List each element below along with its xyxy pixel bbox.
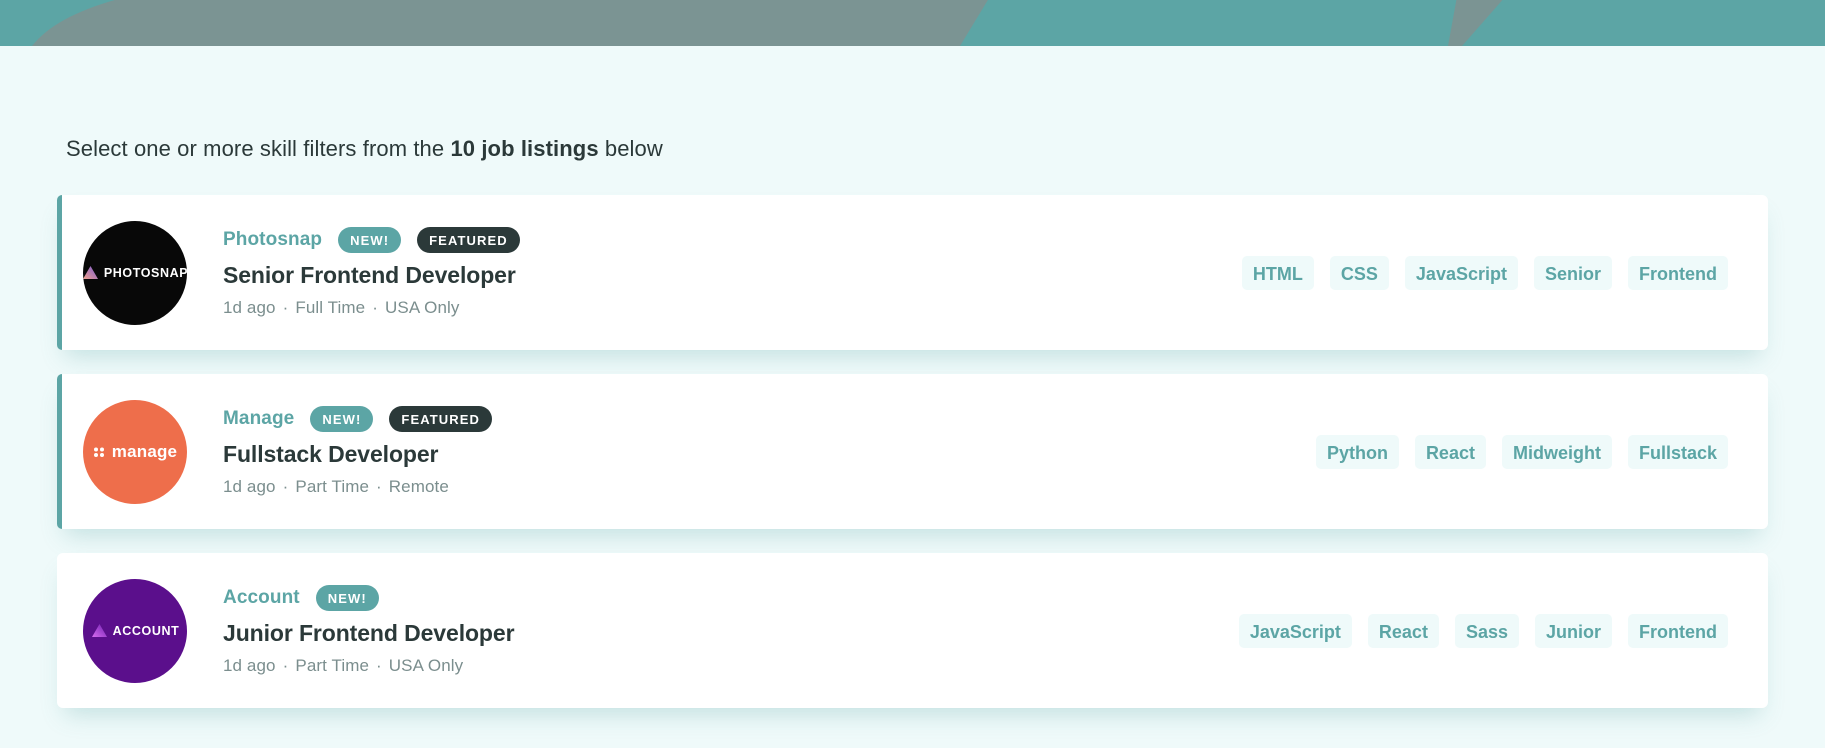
meta-separator: · — [282, 298, 289, 317]
contract-type: Part Time — [295, 656, 370, 675]
job-meta: 1d ago · Part Time · USA Only — [223, 656, 1239, 676]
skill-tag[interactable]: Fullstack — [1627, 434, 1728, 469]
posted-at: 1d ago — [223, 656, 276, 675]
job-info: Photosnap NEW! FEATURED Senior Frontend Dev… — [223, 227, 1242, 318]
job-info: Account NEW! Junior Frontend Developer 1d a… — [223, 585, 1239, 676]
logo-wordmark: manage — [111, 441, 178, 461]
job-meta: 1d ago · Part Time · Remote — [223, 477, 1316, 497]
job-position[interactable]: Junior Frontend Developer — [223, 620, 1239, 647]
skill-tag-list: Python React Midweight Fullstack — [1315, 434, 1728, 469]
meta-separator: · — [376, 477, 382, 496]
contract-type: Full Time — [295, 298, 366, 317]
skill-tag[interactable]: Junior — [1534, 613, 1612, 648]
skill-tag[interactable]: HTML — [1241, 255, 1314, 290]
skill-tag[interactable]: Sass — [1454, 613, 1519, 648]
company-name[interactable]: Photosnap — [223, 229, 322, 251]
meta-separator: · — [376, 656, 382, 675]
skill-tag[interactable]: React — [1367, 613, 1439, 648]
meta-separator: · — [372, 298, 378, 317]
posted-at: 1d ago — [223, 298, 276, 317]
job-location: Remote — [388, 477, 449, 496]
company-logo-photosnap: PHOTOSNAP — [83, 220, 187, 325]
skill-tag-list: JavaScript React Sass Junior Frontend — [1238, 613, 1728, 648]
skill-tag[interactable]: Midweight — [1501, 434, 1612, 469]
triangle-purple-icon — [91, 624, 107, 637]
company-logo-manage: manage — [83, 399, 187, 504]
double-colon-icon — [93, 447, 104, 457]
meta-separator: · — [282, 477, 289, 496]
logo-wordmark: PHOTOSNAP — [103, 265, 187, 280]
page-intro: Select one or more skill filters from th… — [66, 136, 663, 162]
skill-tag[interactable]: Senior — [1533, 255, 1612, 290]
featured-badge: FEATURED — [389, 406, 493, 432]
banner-decorative-shape — [32, 0, 1503, 46]
job-header-row: Photosnap NEW! FEATURED — [223, 227, 1242, 253]
company-name[interactable]: Account — [223, 587, 300, 609]
intro-prefix: Select one or more skill filters from th… — [66, 136, 451, 161]
job-location: USA Only — [388, 656, 464, 675]
company-name[interactable]: Manage — [223, 408, 294, 430]
new-badge: NEW! — [310, 406, 374, 432]
job-header-row: Account NEW! — [223, 585, 1239, 611]
skill-tag[interactable]: React — [1414, 434, 1486, 469]
skill-tag[interactable]: Frontend — [1628, 255, 1728, 290]
triangle-gradient-icon — [83, 266, 98, 279]
new-badge: NEW! — [315, 585, 379, 611]
featured-badge: FEATURED — [417, 227, 520, 253]
job-card-manage[interactable]: manage Manage NEW! FEATURED Fullstack Develo… — [57, 374, 1768, 529]
intro-suffix: below — [598, 136, 663, 161]
job-position[interactable]: Fullstack Developer — [223, 441, 1316, 468]
skill-tag[interactable]: CSS — [1329, 255, 1389, 290]
new-badge: NEW! — [338, 227, 402, 253]
skill-tag[interactable]: JavaScript — [1404, 255, 1518, 290]
meta-separator: · — [282, 656, 289, 675]
job-card-account[interactable]: ACCOUNT Account NEW! Junior Frontend Develo… — [57, 553, 1768, 708]
job-info: Manage NEW! FEATURED Fullstack Developer 1d … — [223, 406, 1316, 497]
top-banner — [0, 0, 1825, 46]
job-header-row: Manage NEW! FEATURED — [223, 406, 1316, 432]
skill-tag[interactable]: Python — [1315, 434, 1399, 469]
job-position[interactable]: Senior Frontend Developer — [223, 262, 1242, 289]
contract-type: Part Time — [295, 477, 370, 496]
job-listings: PHOTOSNAP Photosnap NEW! FEATURED Senior Fro… — [57, 195, 1768, 732]
job-card-photosnap[interactable]: PHOTOSNAP Photosnap NEW! FEATURED Senior Fro… — [57, 195, 1768, 350]
skill-tag[interactable]: Frontend — [1628, 613, 1728, 648]
intro-listing-count: 10 job listings — [450, 136, 599, 161]
job-location: USA Only — [385, 298, 460, 317]
skill-tag-list: HTML CSS JavaScript Senior Frontend — [1241, 255, 1728, 290]
posted-at: 1d ago — [223, 477, 276, 496]
company-logo-account: ACCOUNT — [83, 578, 187, 683]
job-meta: 1d ago · Full Time · USA Only — [223, 298, 1242, 318]
skill-tag[interactable]: JavaScript — [1238, 613, 1352, 648]
logo-wordmark: ACCOUNT — [112, 623, 180, 638]
